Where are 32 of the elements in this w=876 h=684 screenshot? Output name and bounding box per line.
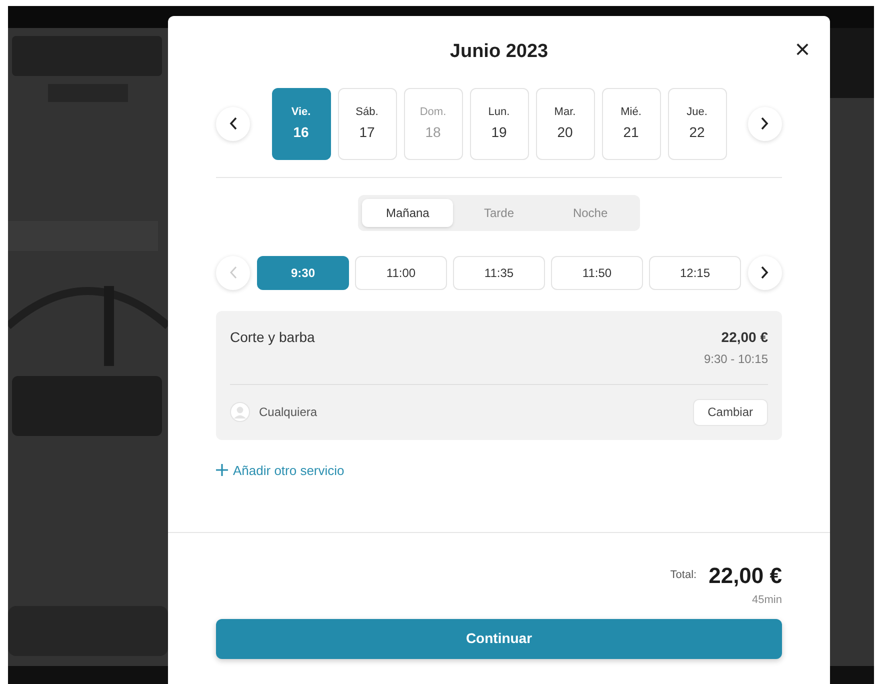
total-duration: 45min — [752, 593, 782, 608]
day-option[interactable]: Mié. 21 — [602, 88, 660, 160]
service-price: 22,00 € — [721, 328, 768, 346]
next-week-button[interactable] — [748, 106, 782, 140]
chevron-left-icon — [229, 117, 237, 130]
total-amount: 22,00 € — [708, 562, 782, 590]
next-times-button[interactable] — [748, 256, 782, 290]
chevron-left-icon — [229, 266, 237, 279]
day-option[interactable]: Mar. 20 — [536, 88, 594, 160]
chevron-right-icon — [761, 117, 769, 130]
time-slot[interactable]: 12:15 — [649, 256, 741, 290]
chevron-right-icon — [761, 266, 769, 279]
day-option[interactable]: Jue. 22 — [668, 88, 726, 160]
day-option[interactable]: Lun. 19 — [470, 88, 528, 160]
change-button[interactable]: Cambiar — [692, 398, 768, 426]
time-slot[interactable]: 11:35 — [453, 256, 545, 290]
time-slot[interactable]: 11:50 — [551, 256, 643, 290]
service-time: 9:30 - 10:15 — [704, 350, 768, 368]
total-label: Total: — [670, 568, 697, 584]
plus-icon — [216, 464, 228, 476]
dialog-title: Junio 2023 — [448, 40, 550, 64]
close-button[interactable]: × — [794, 36, 810, 62]
previous-week-button[interactable] — [216, 106, 250, 140]
service-name: Corte y barba — [230, 328, 315, 347]
staff-name: Cualquiera — [259, 404, 318, 421]
day-option[interactable]: Vie. 16 — [272, 88, 330, 160]
continue-button[interactable]: Continuar — [216, 618, 782, 658]
time-slot[interactable]: 11:00 — [355, 256, 447, 290]
avatar-icon — [230, 402, 250, 422]
period-tab[interactable]: Mañana — [362, 198, 454, 226]
time-slot[interactable]: 9:30 — [257, 256, 349, 290]
day-option[interactable]: Sáb. 17 — [338, 88, 396, 160]
